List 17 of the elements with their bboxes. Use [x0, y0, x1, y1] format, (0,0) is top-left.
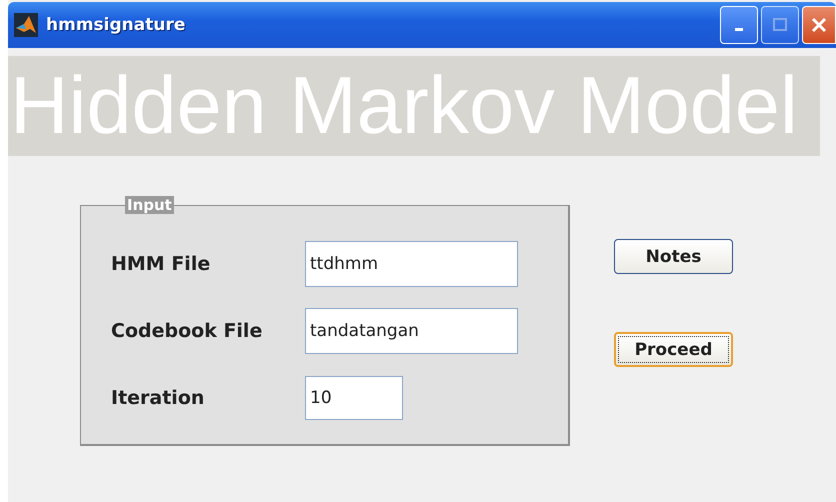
field-label: HMM File	[111, 252, 212, 274]
app-icon	[14, 13, 38, 37]
field-label: Codebook File	[111, 320, 264, 342]
close-icon	[810, 16, 828, 34]
input-field[interactable]: ttdhmm	[305, 240, 518, 286]
input-field[interactable]: tandatangan	[305, 308, 518, 354]
field-label: Iteration	[111, 386, 206, 408]
group-title: Input	[125, 196, 174, 214]
maximize-icon	[772, 17, 788, 33]
window-title: hmmsignature	[46, 15, 186, 35]
action-button[interactable]: Proceed	[614, 332, 733, 367]
minimize-button[interactable]	[720, 6, 758, 44]
minimize-icon	[735, 28, 743, 30]
input-field[interactable]: 10	[305, 376, 403, 420]
close-button[interactable]	[802, 6, 836, 44]
maximize-button[interactable]	[761, 6, 799, 44]
action-button[interactable]: Notes	[614, 239, 733, 274]
